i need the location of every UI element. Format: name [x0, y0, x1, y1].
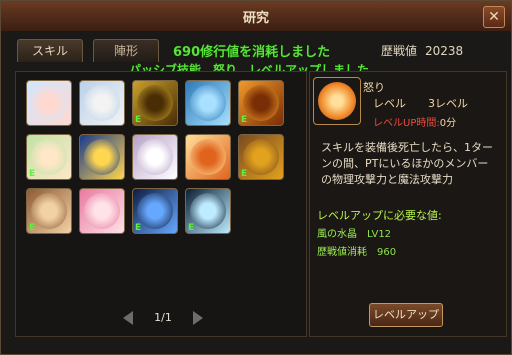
levelup-time-value: 0分: [439, 118, 457, 129]
halo-face-icon: [31, 139, 67, 175]
sun-face-icon: [84, 139, 120, 175]
requirements-title: レベルアップに必要な値:: [317, 209, 442, 222]
skill-slot[interactable]: [79, 134, 125, 180]
skill-slot[interactable]: E: [238, 80, 284, 126]
skill-level: レベル 3レベル: [373, 95, 468, 111]
requirement-value: LV12: [367, 229, 392, 240]
skill-level-label: レベル: [373, 97, 406, 110]
equipped-badge: E: [29, 169, 36, 179]
skill-slot[interactable]: [132, 134, 178, 180]
light-cross-icon: [137, 193, 173, 229]
priestess-portrait-icon: [31, 193, 67, 229]
skill-slot[interactable]: [79, 80, 125, 126]
skill-slot[interactable]: E: [132, 188, 178, 234]
levelup-button[interactable]: レベルアップ: [369, 303, 443, 327]
levelup-time-label: レベルUP時間:: [373, 118, 440, 129]
skill-slot[interactable]: E: [185, 188, 231, 234]
requirement-label: 風の水晶: [317, 229, 357, 240]
next-page-arrow-icon[interactable]: [193, 311, 203, 325]
skill-slot[interactable]: E: [238, 134, 284, 180]
skill-slot[interactable]: [26, 80, 72, 126]
requirement-label: 歴戦値消耗: [317, 247, 367, 258]
skill-description: スキルを装備後死亡したら、1ターンの間、PTにいるほかのメンバーの物理攻撃力と魔…: [321, 141, 493, 186]
requirement-value: 960: [377, 247, 397, 258]
skill-slot[interactable]: [79, 188, 125, 234]
skill-grid: E E E E E E E: [15, 71, 307, 337]
equipped-badge: E: [29, 223, 36, 233]
flaming-face-icon: [318, 82, 356, 120]
skill-slot[interactable]: E: [132, 80, 178, 126]
equipped-badge: E: [135, 223, 142, 233]
flaming-face-icon: [190, 139, 226, 175]
equipped-badge: E: [135, 115, 142, 125]
equipped-badge: E: [188, 223, 195, 233]
title-bar: 研究 ✕: [1, 1, 511, 32]
golden-warrior-icon: [137, 85, 173, 121]
tab-formation[interactable]: 陣形: [93, 39, 159, 62]
skill-slot[interactable]: E: [26, 134, 72, 180]
experience-value: 20238: [425, 44, 464, 58]
cloud-angel-icon: [137, 139, 173, 175]
equipped-badge: E: [241, 169, 248, 179]
holy-star-person-icon: [190, 85, 226, 121]
pager: 1/1: [123, 309, 203, 329]
experience-label: 歴戦値: [381, 44, 418, 58]
skill-slot[interactable]: [185, 134, 231, 180]
tab-skill[interactable]: スキル: [17, 39, 83, 62]
research-window: 研究 ✕ スキル 陣形 690修行値を消耗しました パッシブ技能 怒り レベルア…: [0, 0, 512, 355]
golden-shield-icon: [243, 139, 279, 175]
requirement-item: 歴戦値消耗 960: [317, 243, 396, 258]
close-icon: ✕: [488, 9, 500, 25]
system-message: 690修行値を消耗しました: [173, 45, 331, 60]
cheering-person-icon: [31, 85, 67, 121]
page-indicator: 1/1: [154, 311, 172, 324]
spinning-sword-icon: [243, 85, 279, 121]
skill-slot[interactable]: [185, 80, 231, 126]
selected-skill-slot: [313, 77, 361, 125]
skill-slot[interactable]: E: [26, 188, 72, 234]
requirement-item: 風の水晶 LV12: [317, 225, 391, 240]
equipped-badge: E: [241, 115, 248, 125]
white-figure-icon: [84, 85, 120, 121]
skill-level-value: 3レベル: [428, 97, 468, 110]
previous-page-arrow-icon[interactable]: [123, 311, 133, 325]
experience-display: 歴戦値 20238: [381, 42, 463, 59]
window-title: 研究: [242, 11, 269, 26]
blossom-person-icon: [84, 193, 120, 229]
skill-name: 怒り: [363, 81, 385, 94]
levelup-time: レベルUP時間:0分: [373, 114, 456, 129]
close-button[interactable]: ✕: [483, 6, 505, 28]
sparkle-person-icon: [190, 193, 226, 229]
